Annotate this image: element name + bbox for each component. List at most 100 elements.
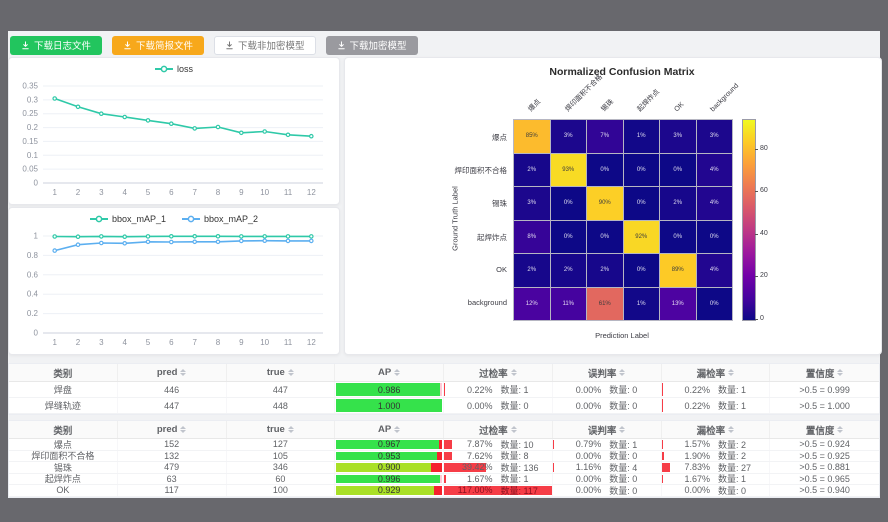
sort-caret-icon	[288, 426, 294, 433]
rate-count: 数量: 1	[710, 399, 769, 412]
rate-count: 数量: 0	[601, 383, 660, 396]
matrix-cell: 0%	[624, 154, 660, 187]
rate-cell: 0.00%数量: 0	[553, 398, 662, 413]
confusion-matrix-card: Normalized Confusion Matrix 85%3%7%1%3%3…	[344, 57, 882, 355]
svg-text:1: 1	[34, 232, 39, 241]
col-header-1[interactable]: pred	[118, 364, 227, 381]
matrix-cell: 61%	[587, 288, 623, 321]
rate-count: 数量: 1	[492, 474, 551, 485]
col-header-5[interactable]: 误判率	[553, 364, 662, 381]
rate-cell: 0.22%数量: 1	[662, 382, 771, 397]
matrix-col-label: 爆点	[527, 98, 543, 114]
matrix-cell: 3%	[660, 120, 696, 153]
sort-caret-icon	[619, 369, 625, 376]
pred-cell: 152	[118, 439, 227, 450]
rate-percent: 1.67%	[444, 474, 492, 484]
svg-text:10: 10	[260, 338, 269, 347]
metrics-table-2: 类别predtrueAP过检率误判率漏检率置信度爆点1521270.9677.8…	[8, 420, 880, 498]
download-log-button[interactable]: 下载日志文件	[10, 36, 102, 55]
matrix-cell: 3%	[697, 120, 733, 153]
matrix-cell: 12%	[514, 288, 550, 321]
col-header-2[interactable]: true	[227, 364, 336, 381]
col-header-4[interactable]: 过检率	[444, 421, 553, 438]
svg-text:0: 0	[34, 179, 39, 188]
download-icon	[123, 41, 132, 50]
button-label: 下载日志文件	[34, 38, 91, 52]
rate-count: 数量: 27	[710, 462, 769, 473]
rate-cell: 1.16%数量: 4	[553, 462, 662, 473]
col-header-6[interactable]: 漏检率	[662, 421, 771, 438]
sort-caret-icon	[728, 426, 734, 433]
rate-cell: 0.79%数量: 1	[553, 439, 662, 450]
matrix-cell: 2%	[551, 254, 587, 287]
col-header-1[interactable]: pred	[118, 421, 227, 438]
ap-cell: 0.986	[335, 382, 444, 397]
svg-text:5: 5	[146, 338, 151, 347]
col-header-7[interactable]: 置信度	[770, 421, 879, 438]
col-header-2[interactable]: true	[227, 421, 336, 438]
table-row: 焊缝轨迹4474481.0000.00%数量: 00.00%数量: 00.22%…	[9, 398, 879, 414]
table-row: 起焊炸点63600.9961.67%数量: 10.00%数量: 01.67%数量…	[9, 474, 879, 486]
rate-percent: 0.79%	[553, 439, 601, 449]
legend-item-loss[interactable]: loss	[155, 64, 193, 74]
matrix-cell: 90%	[587, 187, 623, 220]
confidence-cell: >0.5 = 0.924	[770, 439, 879, 450]
svg-text:6: 6	[169, 188, 174, 197]
metrics-tables: 类别predtrueAP过检率误判率漏检率置信度焊盘4464470.9860.2…	[8, 363, 880, 498]
metrics-table-1: 类别predtrueAP过检率误判率漏检率置信度焊盘4464470.9860.2…	[8, 363, 880, 415]
matrix-cell: 4%	[697, 187, 733, 220]
table-row: OK1171000.929117.00%数量: 1170.00%数量: 00.0…	[9, 485, 879, 497]
rate-percent: 0.22%	[662, 385, 710, 395]
rate-count: 数量: 1	[601, 439, 660, 450]
col-header-6[interactable]: 漏检率	[662, 364, 771, 381]
sort-caret-icon	[837, 369, 843, 376]
col-header-3[interactable]: AP	[335, 421, 444, 438]
col-header-3[interactable]: AP	[335, 364, 444, 381]
colorbar-tick	[755, 319, 758, 320]
true-cell: 447	[227, 382, 336, 397]
download-encrypted-model-button[interactable]: 下载加密模型	[326, 36, 418, 55]
colorbar-tick-label: 80	[760, 145, 768, 152]
sort-caret-icon	[728, 369, 734, 376]
matrix-row-label: background	[407, 298, 507, 307]
class-cell: OK	[9, 485, 118, 496]
colorbar-tick-label: 20	[760, 272, 768, 279]
dashboard-page: { "toolbar": { "buttons": [ {"label": "下…	[0, 0, 888, 522]
rate-percent: 0.00%	[444, 401, 492, 411]
legend-item-bbox_mAP_1[interactable]: bbox_mAP_1	[90, 214, 166, 224]
rate-percent: 1.67%	[662, 474, 710, 484]
ap-cell: 0.900	[335, 462, 444, 473]
svg-text:8: 8	[216, 188, 221, 197]
col-header-5[interactable]: 误判率	[553, 421, 662, 438]
ap-cell: 0.929	[335, 485, 444, 496]
col-header-4[interactable]: 过检率	[444, 364, 553, 381]
matrix-cell: 4%	[697, 254, 733, 287]
sort-caret-icon	[511, 426, 517, 433]
legend-item-bbox_mAP_2[interactable]: bbox_mAP_2	[182, 214, 258, 224]
rate-percent: 1.16%	[553, 462, 601, 472]
svg-text:4: 4	[122, 188, 127, 197]
class-cell: 起焊炸点	[9, 474, 118, 485]
rate-count: 数量: 0	[601, 485, 660, 496]
download-unencrypted-model-button[interactable]: 下载非加密模型	[214, 36, 316, 55]
rate-cell: 1.67%数量: 1	[662, 474, 771, 485]
download-report-button[interactable]: 下载简报文件	[112, 36, 204, 55]
rate-count: 数量: 0	[601, 474, 660, 485]
ap-value: 0.929	[378, 485, 401, 495]
sort-caret-icon	[511, 369, 517, 376]
rate-cell: 39.42%数量: 136	[444, 462, 553, 473]
col-header-7[interactable]: 置信度	[770, 364, 879, 381]
colorbar-tick-label: 60	[760, 187, 768, 194]
matrix-cell: 0%	[587, 154, 623, 187]
rate-percent: 7.62%	[444, 451, 492, 461]
true-cell: 127	[227, 439, 336, 450]
map-chart: 00.20.40.60.81123456789101112	[11, 228, 337, 350]
svg-text:0.05: 0.05	[22, 165, 38, 174]
matrix-cell: 11%	[551, 288, 587, 321]
rate-count: 数量: 136	[492, 462, 551, 473]
rate-count: 数量: 1	[710, 383, 769, 396]
matrix-cell: 0%	[697, 221, 733, 254]
matrix-col-label: 锡珠	[600, 98, 616, 114]
sort-caret-icon	[288, 369, 294, 376]
true-cell: 448	[227, 398, 336, 413]
